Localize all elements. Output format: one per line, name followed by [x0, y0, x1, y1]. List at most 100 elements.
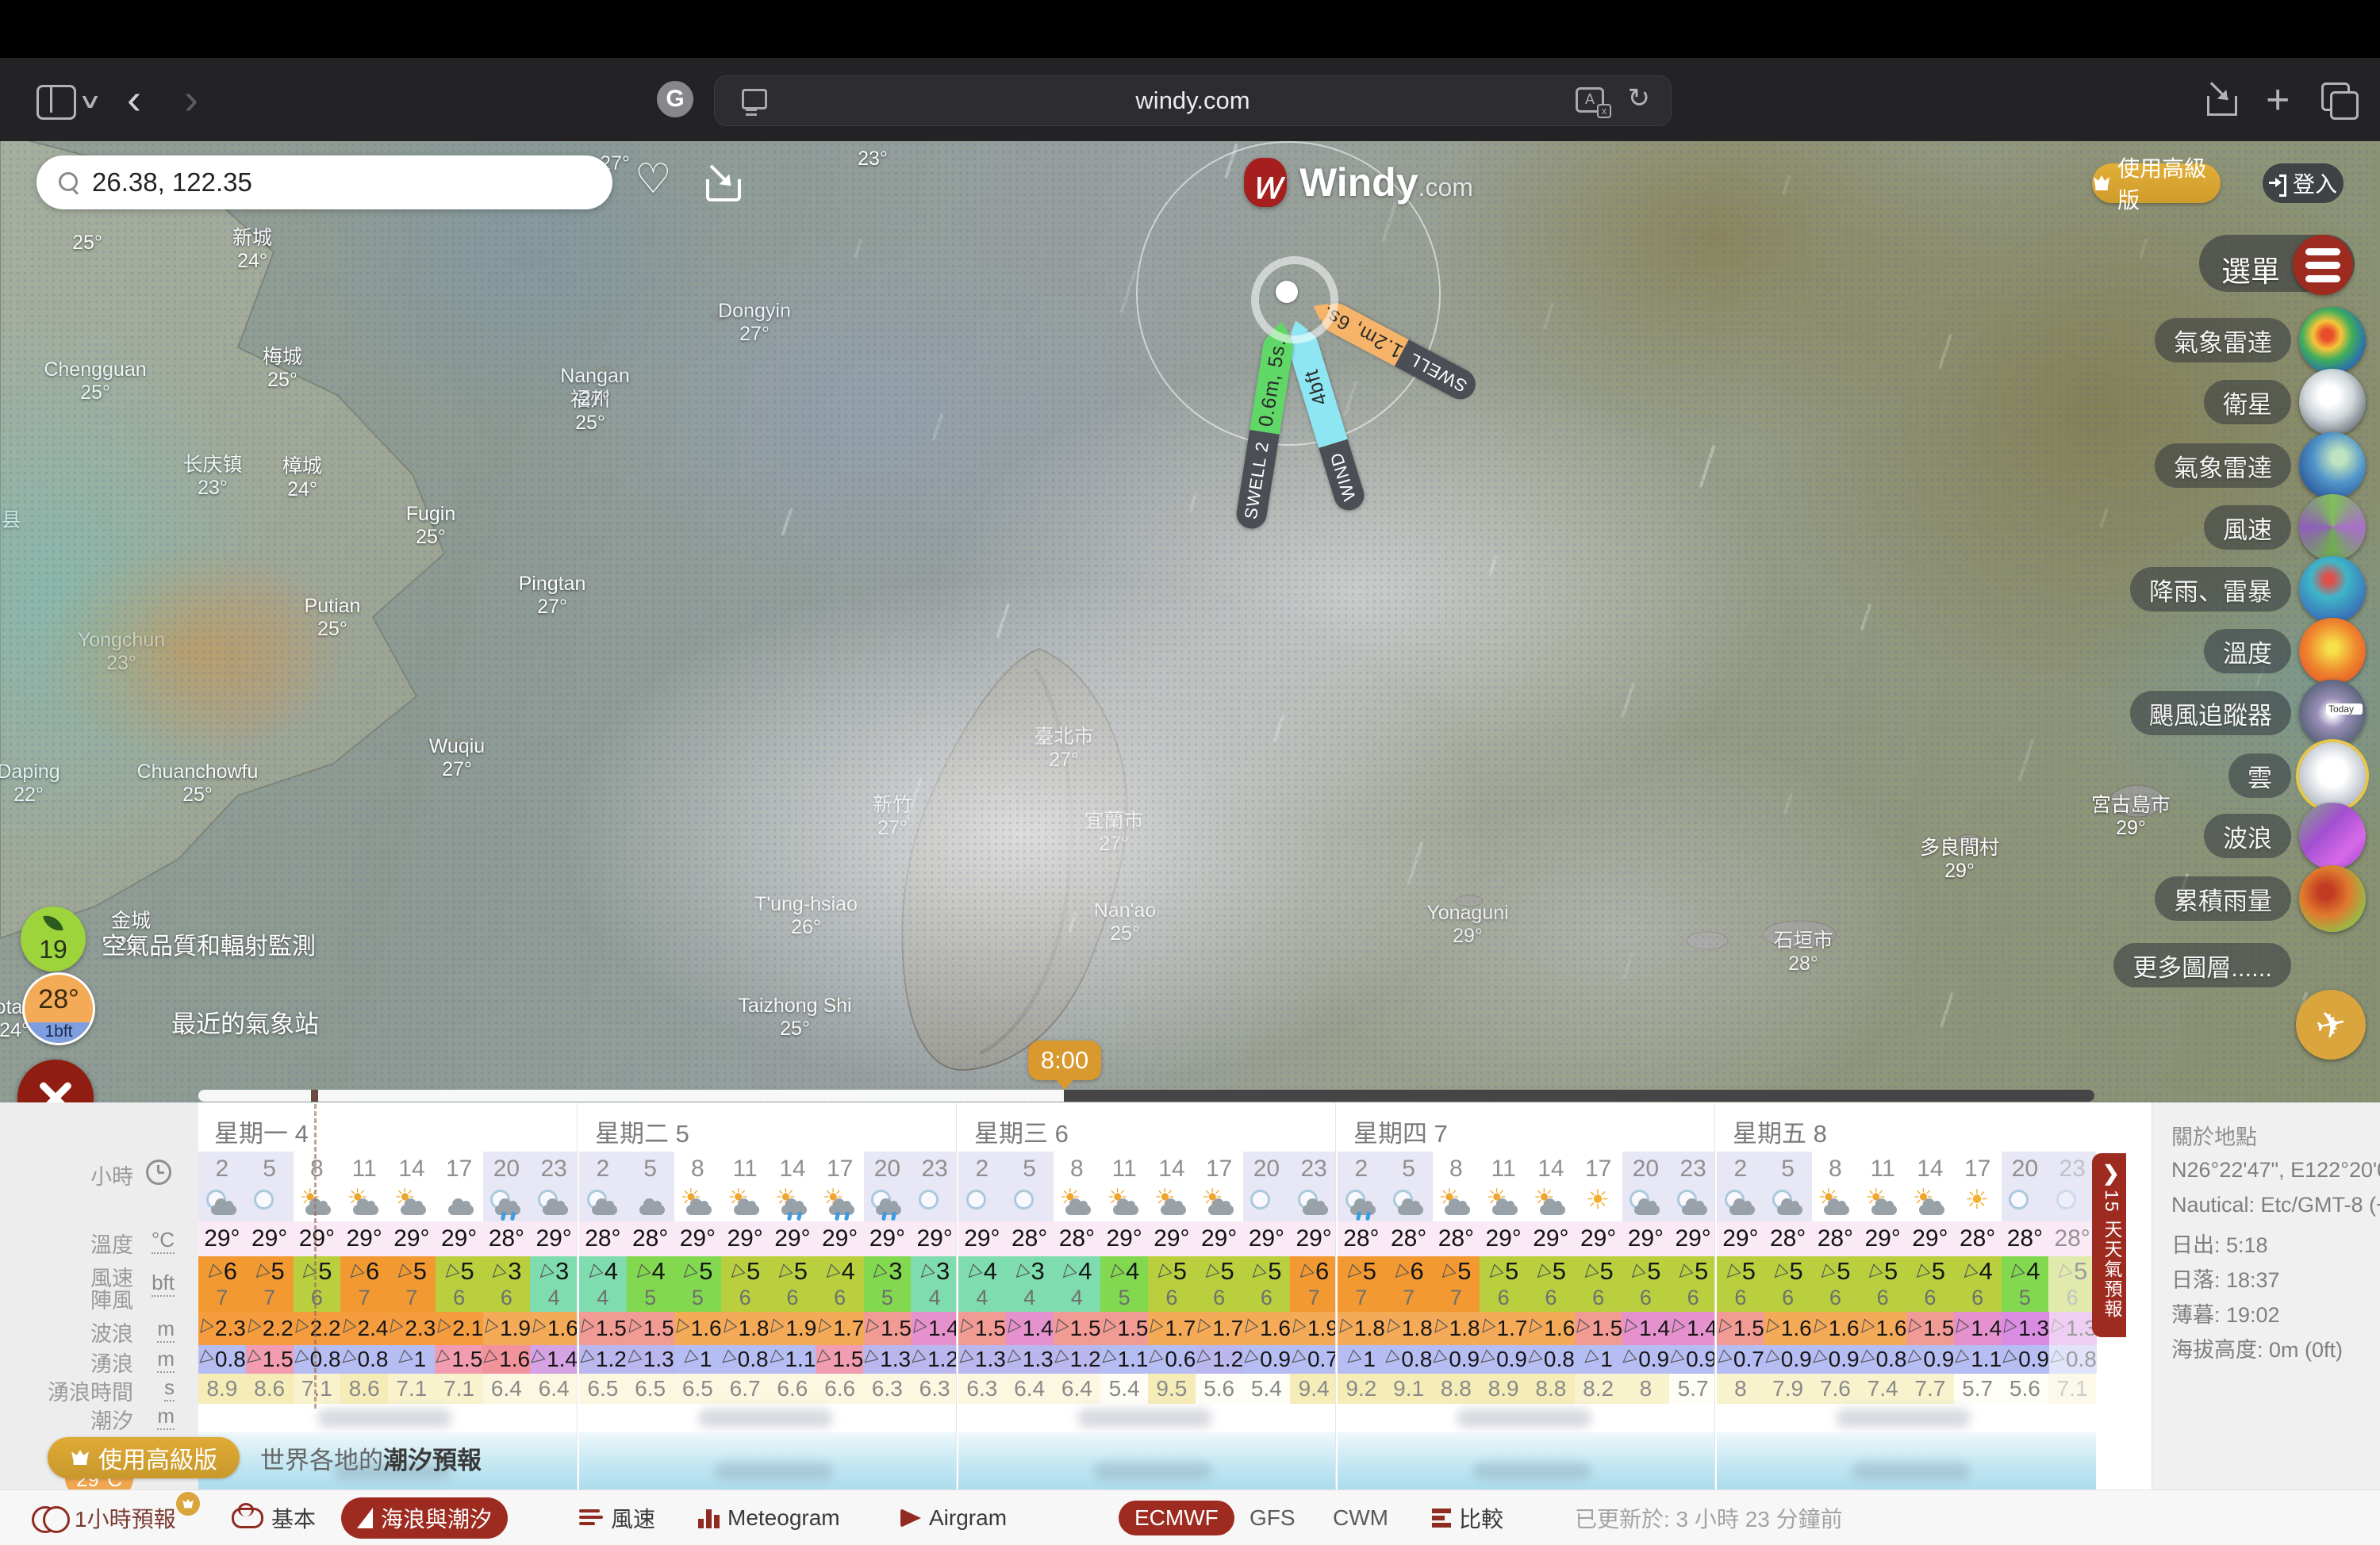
- reader-icon[interactable]: [742, 89, 767, 109]
- hour-cell[interactable]: 11: [1859, 1152, 1906, 1187]
- hour-cell[interactable]: 17: [1196, 1152, 1243, 1187]
- timeline-time-bubble[interactable]: 8:00: [1028, 1041, 1101, 1080]
- layer-item-clouds[interactable]: 雲: [1936, 742, 2380, 809]
- chevron-down-icon[interactable]: ∨: [78, 89, 102, 113]
- hour-cell[interactable]: 20: [1243, 1152, 1291, 1187]
- url-text[interactable]: windy.com: [715, 86, 1671, 115]
- layer-item-satellite[interactable]: 衛星: [1936, 369, 2380, 435]
- premium-pill-button[interactable]: 使用高級版: [48, 1437, 240, 1478]
- layer-item-temp[interactable]: 溫度: [1936, 618, 2380, 684]
- hour-cell[interactable]: 8: [1812, 1152, 1860, 1187]
- model-cwm[interactable]: CWM: [1333, 1490, 1388, 1545]
- layer-item-rain-accum[interactable]: 累積雨量: [1936, 865, 2380, 932]
- satellite-thumbnail-icon[interactable]: [2299, 369, 2366, 435]
- menu-hamburger-button[interactable]: [2293, 235, 2353, 295]
- hour-cell[interactable]: 23: [911, 1152, 958, 1187]
- flight-mode-button[interactable]: ✈: [2296, 990, 2366, 1060]
- row-unit-tide[interactable]: m: [157, 1404, 175, 1430]
- forecast-table[interactable]: 星期一 42581114172023☀☀☀29°29°29°29°29°29°2…: [0, 1102, 2152, 1489]
- hour-cell[interactable]: 17: [436, 1152, 483, 1187]
- hour-cell[interactable]: 8: [294, 1152, 341, 1187]
- hour-cell[interactable]: 17: [1575, 1152, 1622, 1187]
- hour-cell[interactable]: 5: [1764, 1152, 1812, 1187]
- picker-dot[interactable]: [1276, 281, 1298, 303]
- hurricane-thumbnail-icon[interactable]: Today: [2299, 680, 2366, 746]
- search-value[interactable]: 26.38, 122.35: [92, 167, 252, 197]
- layer-item-more[interactable]: 更多圖層......: [1936, 932, 2380, 999]
- row-unit-wind[interactable]: bft: [152, 1271, 175, 1297]
- hour-cell[interactable]: 11: [721, 1152, 769, 1187]
- row-unit-period[interactable]: s: [164, 1375, 175, 1401]
- favorite-heart-icon[interactable]: ♡: [635, 155, 672, 203]
- model-gfs[interactable]: GFS: [1250, 1490, 1296, 1545]
- tab-airgram[interactable]: Airgram: [900, 1490, 1007, 1545]
- picker-ring[interactable]: [1251, 256, 1338, 343]
- hour-cell[interactable]: 11: [1100, 1152, 1148, 1187]
- tab-compare[interactable]: 比較: [1432, 1490, 1503, 1545]
- radar-plus-thumbnail-icon[interactable]: [2299, 432, 2366, 499]
- hour-cell[interactable]: 20: [1622, 1152, 1670, 1187]
- hour-cell[interactable]: 2: [198, 1152, 246, 1187]
- hour-cell[interactable]: 2: [958, 1152, 1006, 1187]
- hour-cell[interactable]: 8: [1433, 1152, 1480, 1187]
- layer-item-wind[interactable]: 風速: [1936, 494, 2380, 561]
- hour-cell[interactable]: 23: [1290, 1152, 1338, 1187]
- hour-cell[interactable]: 14: [769, 1152, 816, 1187]
- new-tab-button[interactable]: +: [2266, 76, 2290, 124]
- hour-cell[interactable]: 14: [388, 1152, 436, 1187]
- hour-cell[interactable]: 5: [246, 1152, 294, 1187]
- hour-cell[interactable]: 17: [1954, 1152, 2002, 1187]
- hour-cell[interactable]: 20: [483, 1152, 531, 1187]
- hour-cell[interactable]: 2: [579, 1152, 627, 1187]
- air-quality-badge[interactable]: 19: [21, 907, 86, 972]
- forward-button[interactable]: ›: [184, 75, 198, 124]
- layer-item-radar-plus[interactable]: 氣象雷達: [1936, 432, 2380, 499]
- back-button[interactable]: ‹: [127, 75, 141, 124]
- weather-station-badge[interactable]: 28°1bft: [22, 972, 95, 1045]
- hour-cell[interactable]: 14: [1906, 1152, 1954, 1187]
- tabs-overview-button[interactable]: [2321, 82, 2350, 111]
- hour-cell[interactable]: 11: [340, 1152, 388, 1187]
- tab-waves-tides[interactable]: 海浪與潮汐: [341, 1490, 508, 1545]
- timeline-track-future[interactable]: [1064, 1090, 2094, 1102]
- location-share-icon[interactable]: [706, 162, 738, 203]
- tab-meteogram[interactable]: Meteogram: [698, 1490, 840, 1545]
- layer-item-hurricane[interactable]: 颶風追蹤器Today: [1936, 680, 2380, 746]
- hour-cell[interactable]: 14: [1148, 1152, 1196, 1187]
- model-ecmwf[interactable]: ECMWF: [1119, 1490, 1234, 1545]
- temp-thumbnail-icon[interactable]: [2299, 618, 2366, 684]
- timeline-track-past[interactable]: [198, 1090, 1064, 1102]
- address-bar[interactable]: windy.com A ↻: [714, 75, 1672, 126]
- translate-icon[interactable]: A: [1576, 87, 1604, 113]
- layer-item-rain[interactable]: 降雨、雷暴: [1936, 556, 2380, 623]
- layer-item-waves[interactable]: 波浪: [1936, 803, 2380, 869]
- row-unit-temp[interactable]: °C: [152, 1228, 175, 1254]
- reload-icon[interactable]: ↻: [1628, 82, 1651, 114]
- hour-cell[interactable]: 20: [2002, 1152, 2049, 1187]
- row-unit-waves[interactable]: m: [157, 1317, 175, 1343]
- hour-cell[interactable]: 23: [530, 1152, 578, 1187]
- rain-accum-thumbnail-icon[interactable]: [2299, 865, 2366, 932]
- hour-cell[interactable]: 14: [1527, 1152, 1575, 1187]
- tab-wind[interactable]: 風速: [579, 1490, 655, 1545]
- hourly-forecast-toggle[interactable]: 1小時預報: [32, 1490, 176, 1545]
- search-input[interactable]: 26.38, 122.35: [36, 155, 612, 209]
- login-button[interactable]: 登入: [2263, 163, 2344, 203]
- browser-sidebar-icon[interactable]: [36, 85, 76, 120]
- row-unit-swell[interactable]: m: [157, 1347, 175, 1373]
- hour-cell[interactable]: 5: [1006, 1152, 1054, 1187]
- hour-cell[interactable]: 8: [1054, 1152, 1101, 1187]
- browser-share-button[interactable]: [2207, 79, 2237, 116]
- hour-cell[interactable]: 20: [864, 1152, 912, 1187]
- hour-cell[interactable]: 5: [1385, 1152, 1433, 1187]
- clouds-thumbnail-icon[interactable]: [2299, 742, 2366, 809]
- hour-cell[interactable]: 2: [1338, 1152, 1385, 1187]
- hour-cell[interactable]: 8: [674, 1152, 722, 1187]
- hour-cell[interactable]: 17: [816, 1152, 864, 1187]
- rain-thumbnail-icon[interactable]: [2299, 556, 2366, 623]
- hour-cell[interactable]: 23: [2048, 1152, 2096, 1187]
- hour-cell[interactable]: 5: [627, 1152, 674, 1187]
- premium-button[interactable]: 使用高級版: [2092, 163, 2221, 203]
- layer-item-radar[interactable]: 氣象雷達: [1936, 307, 2380, 374]
- waves-thumbnail-icon[interactable]: [2299, 803, 2366, 869]
